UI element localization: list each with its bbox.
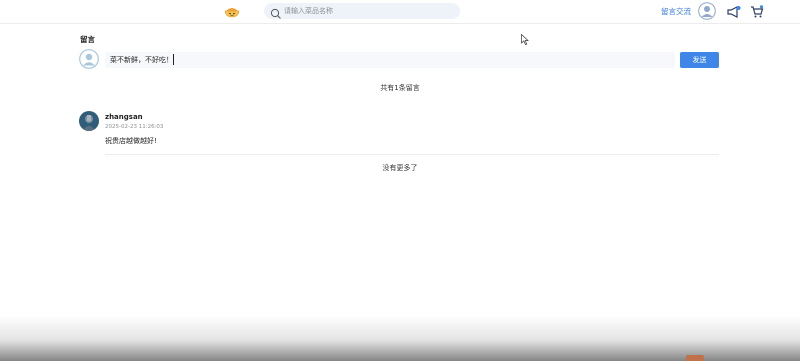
send-button[interactable]: 发送 bbox=[680, 52, 719, 68]
divider bbox=[105, 154, 719, 155]
search-bar bbox=[264, 3, 460, 19]
megaphone-icon[interactable] bbox=[726, 4, 741, 18]
cart-icon[interactable] bbox=[750, 4, 764, 18]
top-header: 留言交流 bbox=[0, 0, 800, 24]
user-avatar-icon[interactable] bbox=[698, 2, 716, 20]
search-input[interactable] bbox=[284, 3, 454, 19]
message-input[interactable] bbox=[105, 52, 675, 68]
message-count: 共有1条留言 bbox=[380, 84, 420, 92]
comment-timestamp: 2025-02-23 11:26:03 bbox=[105, 124, 164, 130]
page: 留言交流 留言 bbox=[0, 0, 800, 361]
search-icon[interactable] bbox=[270, 5, 282, 19]
mouse-pointer-icon bbox=[521, 30, 529, 45]
text-caret bbox=[173, 54, 174, 65]
comment-username: zhangsan bbox=[105, 113, 143, 121]
comment-text: 祝贵店越做越好! bbox=[105, 137, 157, 145]
bottom-shadow bbox=[0, 315, 800, 361]
corner-decoration bbox=[686, 355, 704, 361]
commenter-avatar bbox=[79, 111, 99, 131]
nav-message-board-link[interactable]: 留言交流 bbox=[661, 6, 691, 17]
no-more-text: 没有更多了 bbox=[382, 164, 418, 172]
message-section-title: 留言 bbox=[80, 35, 95, 44]
composer-avatar-icon bbox=[79, 49, 99, 69]
bowl-logo-icon[interactable] bbox=[224, 4, 240, 18]
